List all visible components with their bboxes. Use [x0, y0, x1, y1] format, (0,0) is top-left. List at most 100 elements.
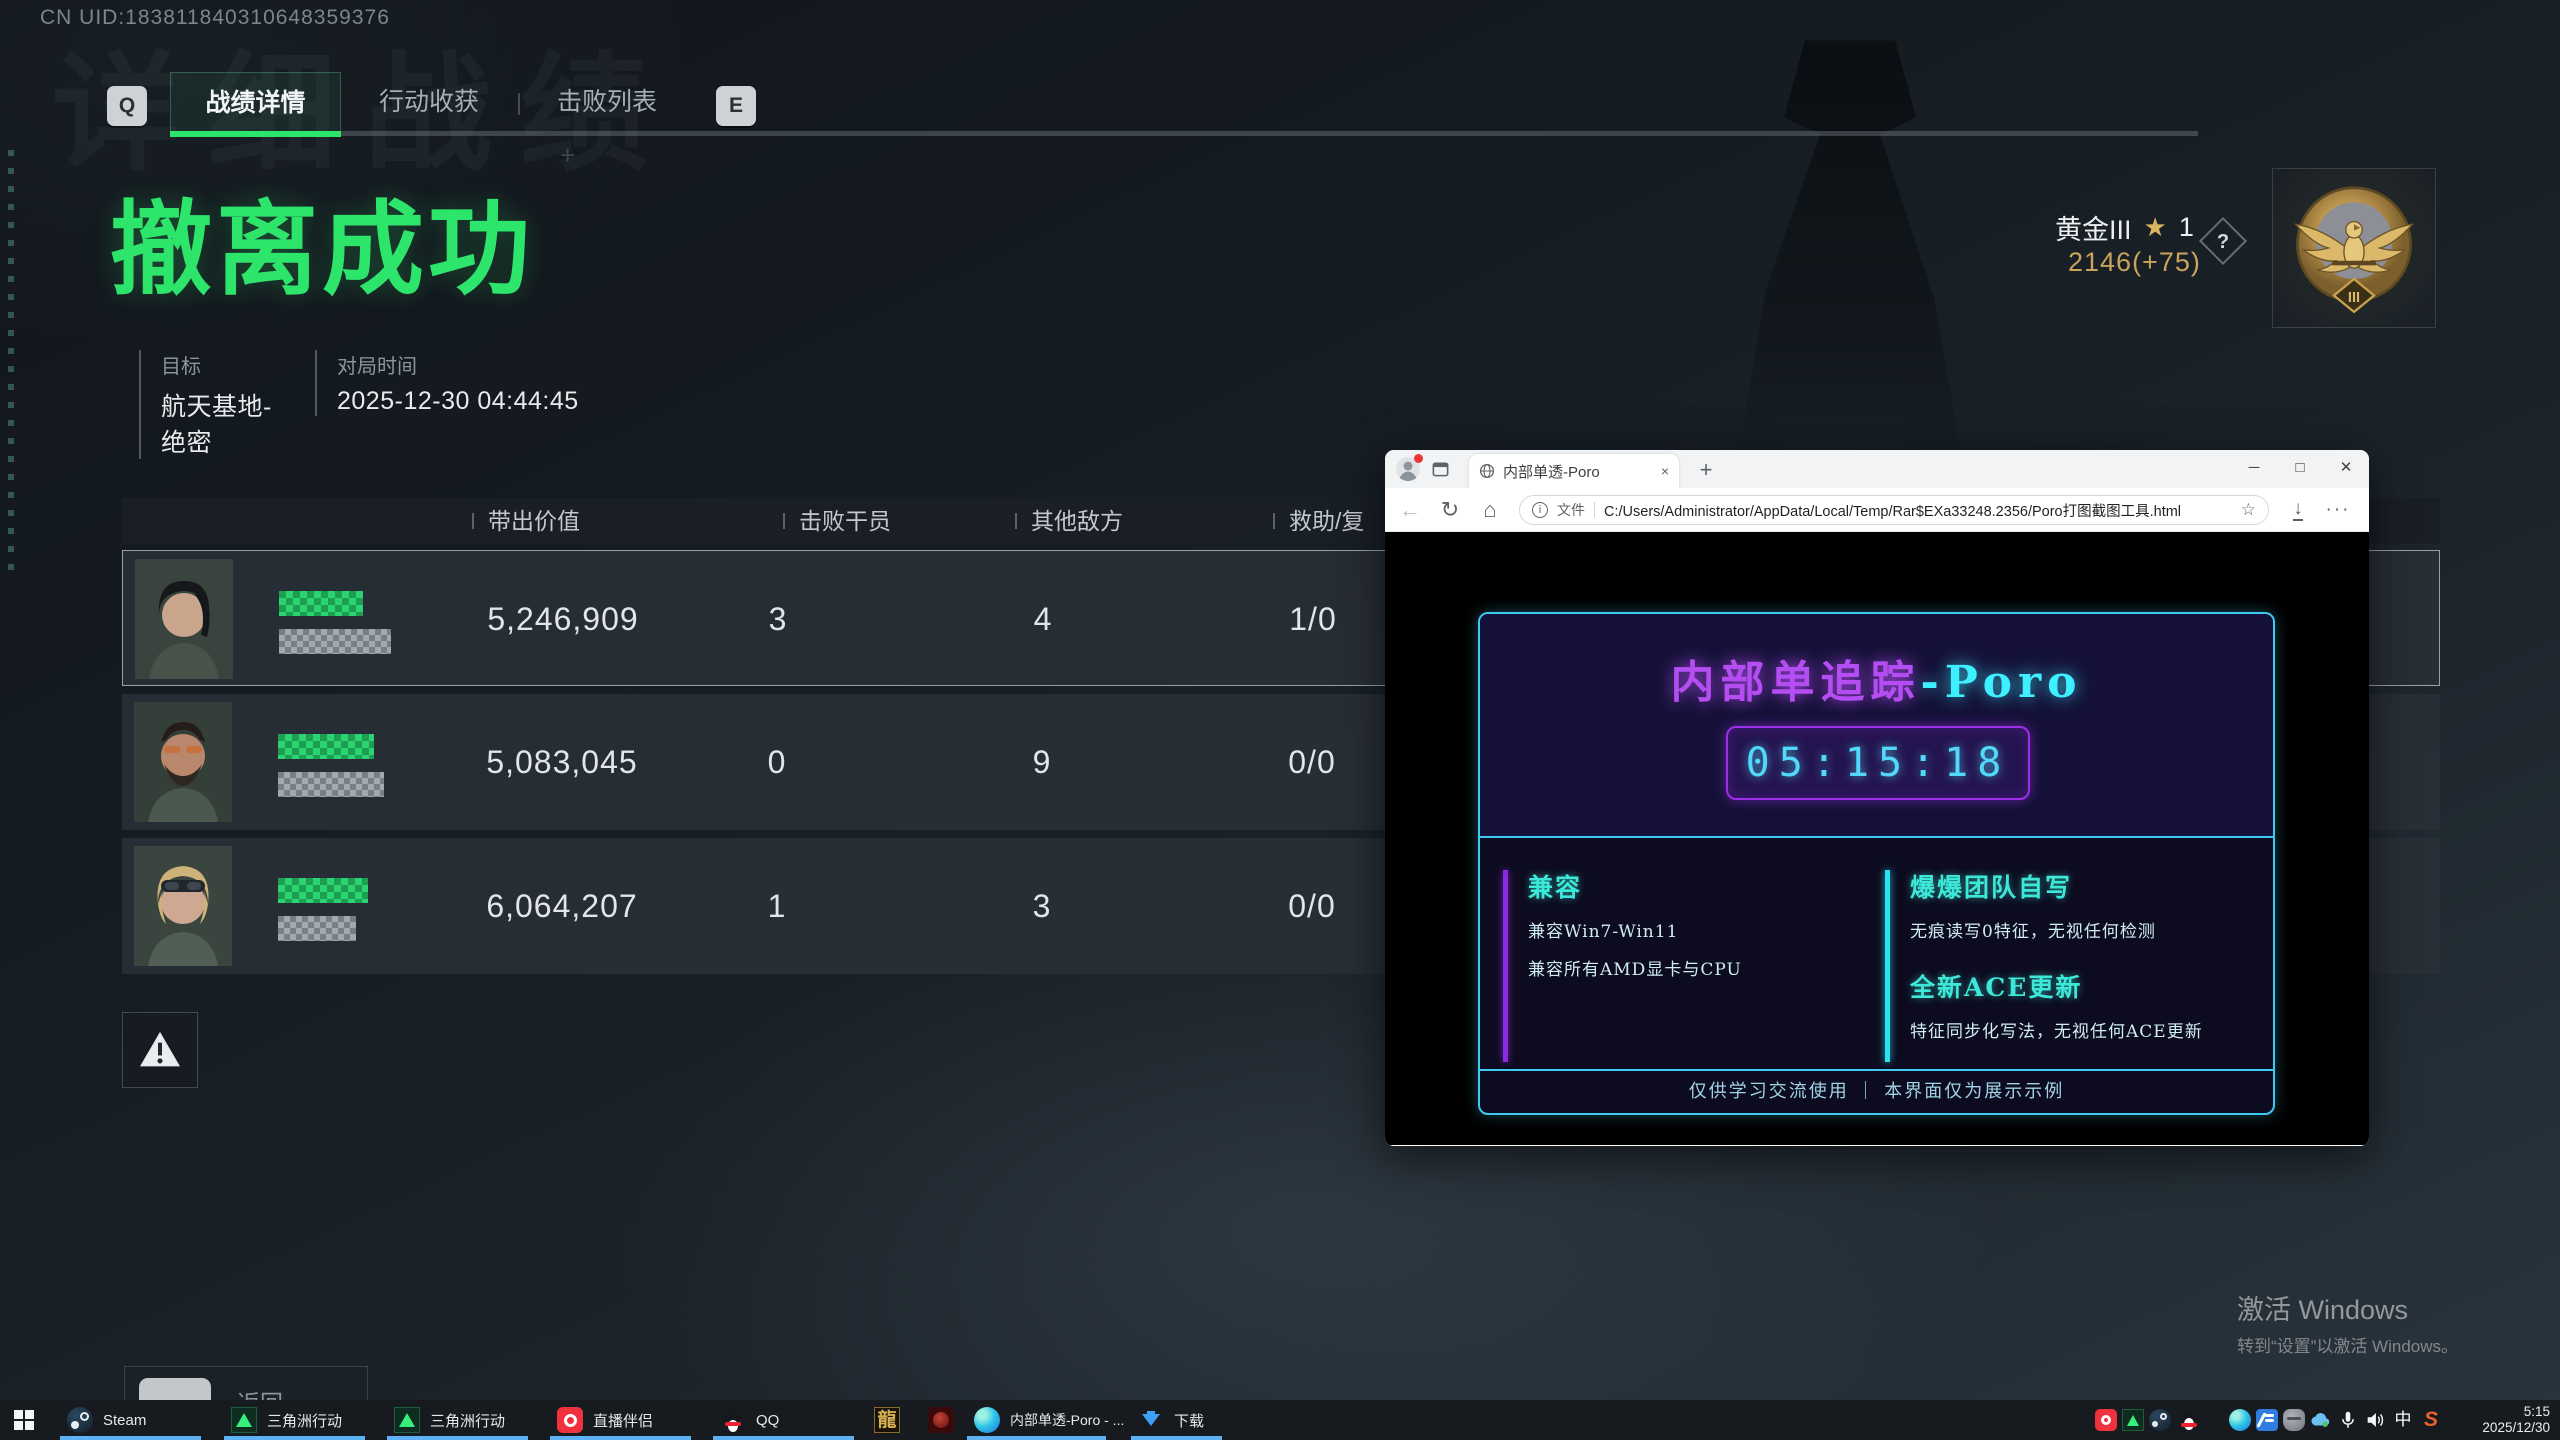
cell-other-enemies: 9	[977, 694, 1107, 830]
browser-tabstrip: 内部单透-Poro × + ─ □ ✕	[1385, 450, 2369, 488]
compat-section: 兼容 兼容Win7-Win11 兼容所有AMD显卡与CPU	[1528, 868, 1858, 980]
tray-qq-icon[interactable]	[2176, 1409, 2198, 1431]
refresh-icon[interactable]: ↻	[1433, 488, 1467, 532]
feature-heading: 全新ACE更新	[1910, 968, 2240, 1004]
tray-steam-icon[interactable]	[2149, 1409, 2171, 1431]
svg-text:III: III	[2348, 290, 2360, 306]
cell-other-enemies: 4	[978, 551, 1108, 687]
tab-kill-list[interactable]: 击败列表	[523, 72, 691, 132]
rank-tier-line: 黄金III ★ 1	[2055, 208, 2194, 247]
rank-star-count: 1	[2179, 212, 2194, 243]
taskbar-downloads-window[interactable]: 下载	[1126, 1400, 1236, 1440]
rank-star-icon: ★	[2144, 212, 2167, 243]
window-controls: ─ □ ✕	[2231, 450, 2369, 486]
header-rescue-revive: 救助/复	[1289, 498, 1364, 544]
tab-label: 行动收获	[379, 88, 479, 116]
cyan-accent-bar	[1885, 870, 1890, 1062]
browser-menu-icon[interactable]: ···	[2323, 488, 2353, 532]
cell-carry-value: 5,246,909	[463, 551, 663, 687]
tray-gray-app-icon[interactable]	[2283, 1409, 2305, 1431]
tray-sogou-icon[interactable]: S	[2420, 1409, 2442, 1431]
address-bar[interactable]: i 文件 C:/Users/Administrator/AppData/Loca…	[1519, 495, 2269, 525]
key-hint-q: Q	[107, 86, 147, 126]
cell-other-enemies: 3	[977, 838, 1107, 974]
disclaimer-footer: 仅供学习交流使用 ｜ 本界面仅为展示示例	[1480, 1069, 2273, 1113]
tab-battle-details[interactable]: 战绩详情	[170, 72, 341, 132]
page-title-accent: -Poro	[1920, 657, 2082, 708]
taskbar-qq[interactable]: QQ	[708, 1400, 868, 1440]
profile-avatar-icon[interactable]	[1395, 456, 1421, 482]
avatar	[135, 559, 233, 679]
red-app-icon	[928, 1407, 954, 1433]
clock-time: 5:15	[2482, 1404, 2550, 1420]
cell-rescue-revive: 0/0	[1242, 694, 1382, 830]
close-button[interactable]: ✕	[2323, 450, 2369, 486]
neon-header: 内部单追踪-Poro 05:15:18	[1480, 614, 2273, 838]
cell-operators-defeated: 3	[713, 551, 843, 687]
steam-icon	[67, 1407, 93, 1433]
system-tray: 中 S	[2095, 1400, 2442, 1440]
back-icon[interactable]: ←	[1393, 488, 1427, 532]
match-time-info: 对局时间 2025-12-30 04:44:45	[315, 350, 579, 416]
tab-close-icon[interactable]: ×	[1661, 463, 1669, 479]
qq-icon	[720, 1407, 746, 1433]
downloads-icon[interactable]: ↓	[2283, 488, 2313, 532]
tray-live-companion-icon[interactable]	[2095, 1409, 2117, 1431]
censored-name	[278, 878, 368, 903]
tray-delta-force-icon[interactable]	[2122, 1409, 2144, 1431]
favorite-star-icon[interactable]: ☆	[2241, 500, 2256, 520]
browser-page: 内部单追踪-Poro 05:15:18 兼容 兼容Win7-Win11 兼容所有…	[1385, 532, 2369, 1145]
new-tab-button[interactable]: +	[1691, 454, 1721, 486]
tray-edge-icon[interactable]	[2229, 1409, 2251, 1431]
cell-carry-value: 6,064,207	[462, 838, 662, 974]
screen: 详细战绩 + + CN UID:183811840310648359376 Q …	[0, 0, 2560, 1440]
cell-operators-defeated: 1	[712, 838, 842, 974]
censored-subname	[279, 629, 391, 654]
taskbar-red-app[interactable]	[916, 1400, 954, 1440]
objective-label: 目标	[161, 350, 297, 379]
taskbar-delta-force-2[interactable]: 三角洲行动	[382, 1400, 542, 1440]
tray-blue-app-icon[interactable]	[2256, 1409, 2278, 1431]
tab-title: 内部单透-Poro	[1503, 461, 1653, 482]
rank-score: 2146(+75)	[2068, 247, 2201, 278]
clock-date: 2025/12/30	[2482, 1420, 2550, 1436]
taskbar: Steam 三角洲行动 三角洲行动 直播伴侣 QQ 龍 内部单透-Poro - …	[0, 1400, 2560, 1440]
feature-line: 无痕读写0特征，无视任何检测	[1910, 917, 2240, 942]
player-uid: CN UID:183811840310648359376	[40, 6, 390, 30]
tab-action-gains[interactable]: 行动收获	[345, 72, 513, 132]
cell-rescue-revive: 0/0	[1242, 838, 1382, 974]
cell-rescue-revive: 1/0	[1243, 551, 1383, 687]
tab-label: 战绩详情	[205, 89, 305, 117]
page-info-icon[interactable]: i	[1532, 502, 1548, 518]
features-section: 爆爆团队自写 无痕读写0特征，无视任何检测 全新ACE更新 特征同步化写法，无视…	[1910, 868, 2240, 1042]
tray-volume-icon[interactable]	[2364, 1409, 2386, 1431]
taskbar-live-companion[interactable]: 直播伴侣	[545, 1400, 705, 1440]
tab-divider	[518, 93, 520, 115]
browser-toolbar: ← ↻ ⌂ i 文件 C:/Users/Administrator/AppDat…	[1385, 488, 2369, 532]
taskbar-edge-window[interactable]: 内部单透-Poro - ...	[962, 1400, 1120, 1440]
match-time-label: 对局时间	[337, 350, 579, 379]
tab-actions-icon[interactable]	[1431, 459, 1450, 483]
taskbar-clock[interactable]: 5:15 2025/12/30	[2482, 1404, 2550, 1436]
maximize-button[interactable]: □	[2277, 450, 2323, 486]
result-title: 撤离成功	[110, 168, 534, 315]
home-icon[interactable]: ⌂	[1473, 488, 1507, 532]
taskbar-steam[interactable]: Steam	[55, 1400, 215, 1440]
start-button[interactable]	[14, 1410, 34, 1430]
objective-value: 航天基地-绝密	[161, 387, 297, 459]
browser-tab-active[interactable]: 内部单透-Poro ×	[1469, 454, 1679, 488]
taskbar-dragon-app[interactable]: 龍	[862, 1400, 900, 1440]
tab-label: 击败列表	[557, 88, 657, 116]
warning-box	[122, 1012, 198, 1088]
tray-ime-indicator[interactable]: 中	[2391, 1409, 2415, 1431]
header-operators-defeated: 击败干员	[799, 498, 891, 544]
tray-microphone-icon[interactable]	[2337, 1409, 2359, 1431]
taskbar-delta-force-1[interactable]: 三角洲行动	[219, 1400, 379, 1440]
cell-operators-defeated: 0	[712, 694, 842, 830]
rank-help-icon[interactable]: ?	[2199, 217, 2247, 265]
live-companion-icon	[557, 1407, 583, 1433]
tray-cloud-icon[interactable]	[2310, 1409, 2332, 1431]
avatar	[134, 846, 232, 966]
minimize-button[interactable]: ─	[2231, 450, 2277, 486]
browser-window: 内部单透-Poro × + ─ □ ✕ ← ↻ ⌂ i 文件 C:/Users/…	[1385, 450, 2369, 1146]
